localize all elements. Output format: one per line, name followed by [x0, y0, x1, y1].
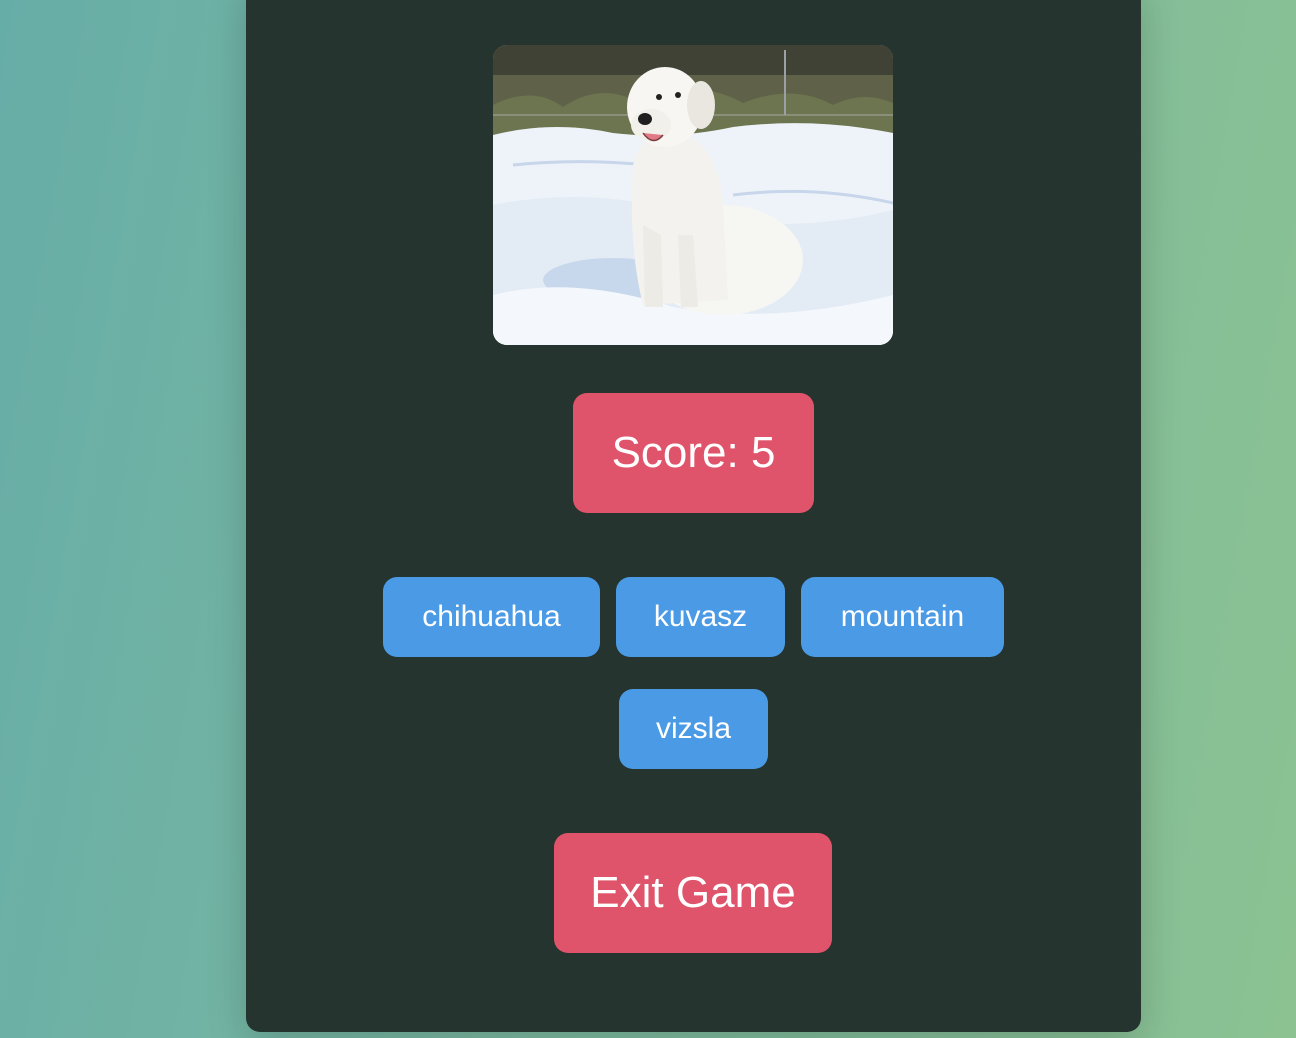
choice-button-mountain[interactable]: mountain: [801, 577, 1004, 657]
dog-photo-illustration: [493, 45, 893, 345]
choice-button-kuvasz[interactable]: kuvasz: [616, 577, 785, 657]
dog-photo: [493, 45, 893, 345]
exit-game-button[interactable]: Exit Game: [554, 833, 832, 953]
score-display: Score: 5: [573, 393, 814, 513]
game-card: Score: 5 chihuahua kuvasz mountain vizsl…: [246, 0, 1141, 1032]
choice-button-vizsla[interactable]: vizsla: [619, 689, 768, 769]
choice-button-chihuahua[interactable]: chihuahua: [383, 577, 600, 657]
